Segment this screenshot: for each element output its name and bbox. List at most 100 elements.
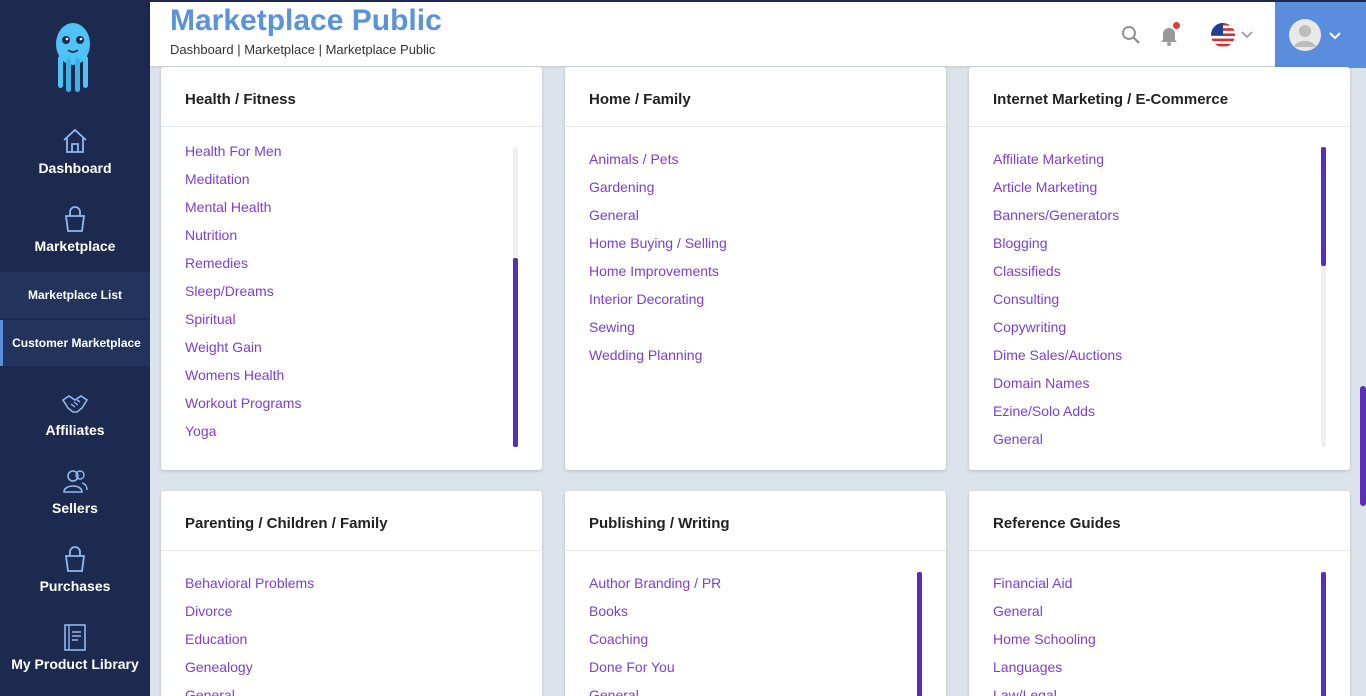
- category-link[interactable]: General: [993, 425, 1122, 453]
- nav-affiliates-label: Affiliates: [45, 422, 105, 438]
- category-link[interactable]: General: [993, 597, 1096, 625]
- shopping-bag-icon: [64, 206, 86, 232]
- card-scrollbar[interactable]: [1321, 147, 1326, 447]
- category-card-internet-marketing: Internet Marketing / E-Commerce Affiliat…: [969, 67, 1350, 470]
- card-divider: [969, 126, 1350, 127]
- category-link[interactable]: Home Improvements: [589, 257, 727, 285]
- category-link[interactable]: Sleep/Dreams: [185, 277, 301, 305]
- nav-sellers-label: Sellers: [52, 500, 98, 516]
- category-link[interactable]: Law/Legal: [993, 681, 1096, 696]
- breadcrumb: Dashboard | Marketplace | Marketplace Pu…: [170, 42, 436, 57]
- home-icon: [63, 128, 87, 153]
- category-link[interactable]: Financial Aid: [993, 569, 1096, 597]
- sidebar: Dashboard Marketplace Marketplace List C…: [0, 0, 150, 696]
- category-list: Health For Men Meditation Mental Health …: [185, 137, 301, 445]
- category-link[interactable]: Copywriting: [993, 313, 1122, 341]
- octopus-logo-icon[interactable]: [50, 20, 96, 94]
- category-link[interactable]: Consulting: [993, 285, 1122, 313]
- chevron-down-icon[interactable]: [1240, 28, 1254, 42]
- category-link[interactable]: Sewing: [589, 313, 727, 341]
- card-scrollbar[interactable]: [1321, 572, 1326, 696]
- category-link[interactable]: General: [589, 681, 721, 696]
- category-link[interactable]: Languages: [993, 653, 1096, 681]
- page-title: Marketplace Public: [170, 4, 442, 37]
- category-link[interactable]: Done For You: [589, 653, 721, 681]
- nav-purchases[interactable]: Purchases: [0, 544, 150, 594]
- us-flag-icon[interactable]: [1210, 22, 1236, 48]
- nav-marketplace[interactable]: Marketplace: [0, 204, 150, 254]
- card-divider: [969, 550, 1350, 551]
- card-title: Publishing / Writing: [589, 515, 730, 532]
- category-link[interactable]: Animals / Pets: [589, 145, 727, 173]
- category-link[interactable]: Wedding Planning: [589, 341, 727, 369]
- category-link[interactable]: Remedies: [185, 249, 301, 277]
- category-link[interactable]: Blogging: [993, 229, 1122, 257]
- handshake-icon: [61, 395, 89, 413]
- card-scrollbar-thumb[interactable]: [917, 572, 922, 696]
- nav-marketplace-label: Marketplace: [34, 238, 116, 254]
- category-card-home-family: Home / Family Animals / Pets Gardening G…: [565, 67, 946, 470]
- notification-dot: [1173, 22, 1180, 29]
- shopping-bag-icon: [64, 546, 86, 572]
- category-link[interactable]: Education: [185, 625, 314, 653]
- card-scrollbar[interactable]: [513, 147, 518, 447]
- nav-dashboard[interactable]: Dashboard: [0, 126, 150, 176]
- card-title: Reference Guides: [993, 515, 1121, 532]
- category-card-publishing-writing: Publishing / Writing Author Branding / P…: [565, 491, 946, 696]
- sub-marketplace-list[interactable]: Marketplace List: [0, 272, 150, 318]
- category-link[interactable]: Spiritual: [185, 305, 301, 333]
- book-icon: [64, 624, 86, 651]
- category-link[interactable]: Health For Men: [185, 137, 301, 165]
- category-link[interactable]: Gardening: [589, 173, 727, 201]
- page-scrollbar-thumb[interactable]: [1360, 386, 1366, 506]
- category-link[interactable]: Nutrition: [185, 221, 301, 249]
- nav-purchases-label: Purchases: [39, 578, 111, 594]
- nav-affiliates[interactable]: Affiliates: [0, 388, 150, 438]
- sub-customer-marketplace[interactable]: Customer Marketplace: [0, 320, 150, 366]
- users-icon: [63, 470, 88, 493]
- avatar: [1289, 19, 1321, 51]
- category-link[interactable]: Mental Health: [185, 193, 301, 221]
- category-link[interactable]: Dime Sales/Auctions: [993, 341, 1122, 369]
- nav-my-product-library[interactable]: My Product Library: [0, 622, 150, 672]
- category-link[interactable]: General: [589, 201, 727, 229]
- card-scrollbar[interactable]: [917, 572, 922, 696]
- category-link[interactable]: Genealogy: [185, 653, 314, 681]
- category-link[interactable]: Article Marketing: [993, 173, 1122, 201]
- category-link[interactable]: Banners/Generators: [993, 201, 1122, 229]
- category-list: Financial Aid General Home Schooling Lan…: [993, 569, 1096, 696]
- card-scrollbar-thumb[interactable]: [513, 258, 518, 447]
- nav-my-product-library-label: My Product Library: [11, 656, 139, 672]
- card-divider: [161, 126, 542, 127]
- category-link[interactable]: Home Buying / Selling: [589, 229, 727, 257]
- category-link[interactable]: Coaching: [589, 625, 721, 653]
- category-link[interactable]: Ezine/Solo Adds: [993, 397, 1122, 425]
- card-title: Home / Family: [589, 91, 691, 108]
- category-link[interactable]: Books: [589, 597, 721, 625]
- card-title: Internet Marketing / E-Commerce: [993, 91, 1229, 108]
- category-link[interactable]: Womens Health: [185, 361, 301, 389]
- card-divider: [161, 550, 542, 551]
- category-link[interactable]: Domain Names: [993, 369, 1122, 397]
- category-link[interactable]: Yoga: [185, 417, 301, 445]
- category-link[interactable]: Meditation: [185, 165, 301, 193]
- search-icon[interactable]: [1120, 24, 1142, 46]
- category-link[interactable]: Behavioral Problems: [185, 569, 314, 597]
- card-title: Health / Fitness: [185, 91, 296, 108]
- card-scrollbar-thumb[interactable]: [1321, 572, 1326, 696]
- category-link[interactable]: Author Branding / PR: [589, 569, 721, 597]
- category-link[interactable]: Home Schooling: [993, 625, 1096, 653]
- user-menu-button[interactable]: [1275, 2, 1366, 68]
- top-header: Marketplace Public Dashboard | Marketpla…: [150, 0, 1366, 68]
- category-link[interactable]: Weight Gain: [185, 333, 301, 361]
- nav-sellers[interactable]: Sellers: [0, 466, 150, 516]
- card-scrollbar-thumb[interactable]: [1321, 147, 1326, 266]
- card-title: Parenting / Children / Family: [185, 515, 388, 532]
- category-link[interactable]: Divorce: [185, 597, 314, 625]
- category-link[interactable]: General: [185, 681, 314, 696]
- category-list: Affiliate Marketing Article Marketing Ba…: [993, 145, 1122, 453]
- category-link[interactable]: Affiliate Marketing: [993, 145, 1122, 173]
- category-link[interactable]: Classifieds: [993, 257, 1122, 285]
- category-link[interactable]: Workout Programs: [185, 389, 301, 417]
- category-link[interactable]: Interior Decorating: [589, 285, 727, 313]
